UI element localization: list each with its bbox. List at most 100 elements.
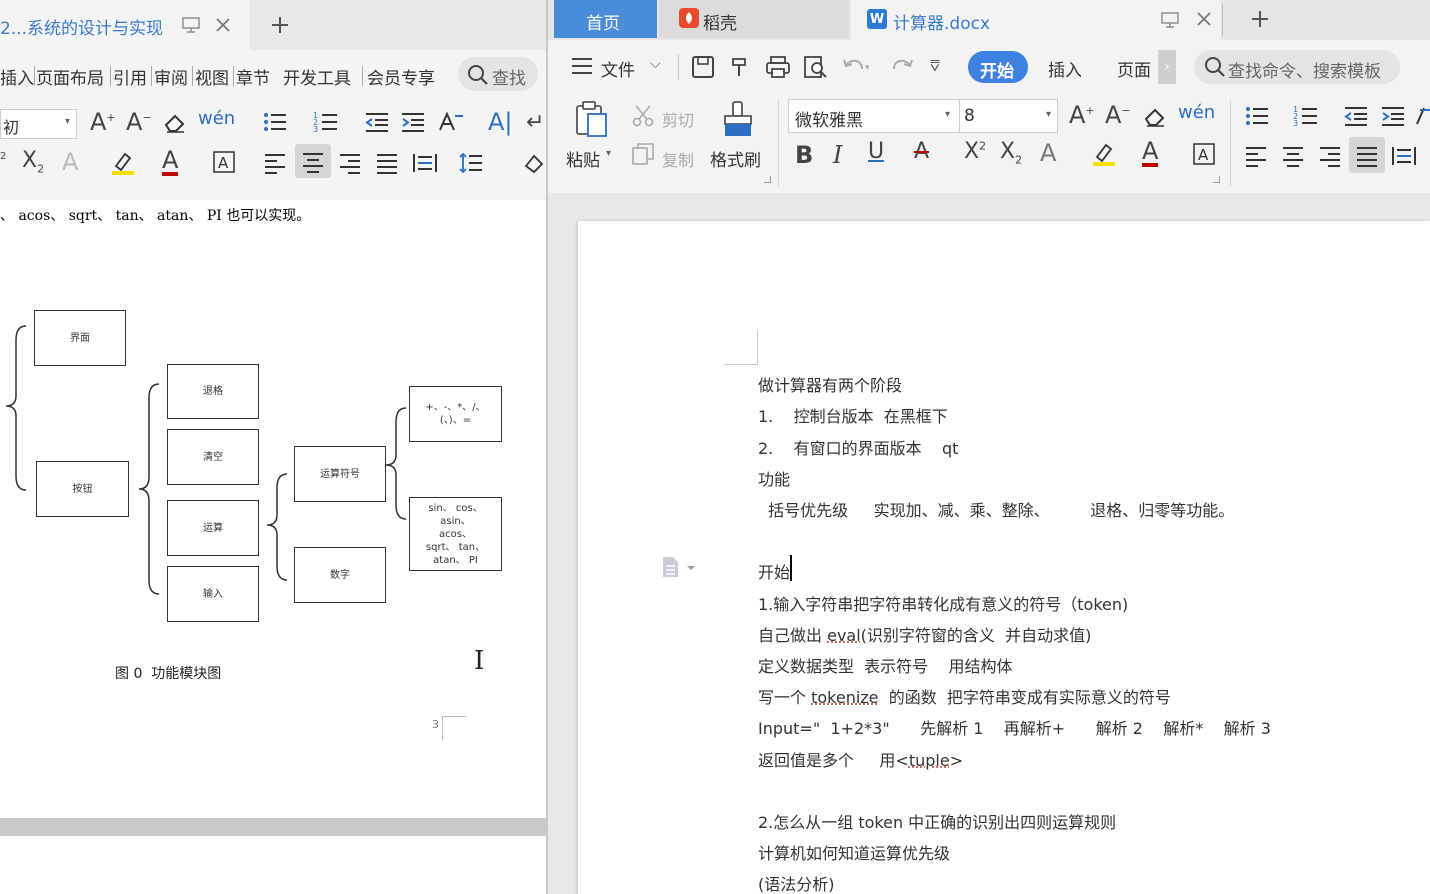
highlight-icon[interactable]	[1091, 141, 1117, 172]
cut-label: 剪切	[662, 107, 694, 131]
align-left-icon[interactable]	[263, 152, 287, 179]
format-painter-small-icon[interactable]	[728, 55, 752, 79]
text-effect-icon[interactable]: A	[1040, 139, 1056, 167]
phonetic-guide-icon[interactable]: wén	[1178, 102, 1215, 123]
copy-button[interactable]: 复制	[628, 142, 700, 170]
highlight-icon[interactable]	[110, 150, 136, 181]
undo-icon[interactable]: ▾	[842, 56, 872, 78]
align-center-button-active[interactable]	[295, 144, 331, 178]
shading-icon[interactable]	[522, 152, 546, 179]
chevron-down-icon[interactable]: ⌵	[650, 56, 661, 72]
print-preview-icon[interactable]	[803, 55, 829, 79]
menu-developer[interactable]: 开发工具	[283, 64, 351, 89]
menu-member[interactable]: 会员专享	[367, 64, 435, 89]
pin-window-icon[interactable]	[1159, 10, 1181, 30]
ribbon-group-divider	[778, 100, 779, 186]
left-font-size-select[interactable]: 初 ▾	[0, 109, 77, 139]
text-direction-icon[interactable]	[437, 110, 465, 139]
group-expand-icon[interactable]	[764, 176, 771, 183]
font-name-select[interactable]: 微软雅黑 ▾	[788, 99, 960, 133]
ribbon-tab-page[interactable]: 页面	[1117, 56, 1151, 81]
arrow-icon[interactable]: ↵	[526, 110, 544, 135]
hamburger-menu-icon[interactable]	[570, 56, 594, 76]
group-expand-icon[interactable]	[1213, 176, 1220, 183]
tab-daoke[interactable]: 稻壳	[659, 0, 849, 38]
ribbon-tab-insert[interactable]: 插入	[1048, 56, 1082, 81]
shrink-font-icon[interactable]: A−	[1105, 101, 1131, 129]
menu-review[interactable]: 审阅	[154, 64, 188, 89]
shrink-font-icon[interactable]: A−	[126, 108, 152, 136]
format-painter-button[interactable]: 格式刷	[708, 100, 772, 170]
cut-button[interactable]: 剪切	[628, 104, 700, 132]
left-search-button[interactable]: 查找	[458, 57, 538, 91]
align-center-icon[interactable]	[1281, 145, 1305, 172]
menu-insert[interactable]: 插入	[0, 64, 34, 89]
distributed-align-icon[interactable]	[412, 152, 438, 179]
distributed-align-icon[interactable]	[1391, 145, 1417, 172]
text-style-icon[interactable]: A|	[488, 108, 513, 136]
menu-reference[interactable]: 引用	[113, 64, 147, 89]
phonetic-guide-icon[interactable]: wén	[198, 108, 235, 129]
left-doc-tab[interactable]: 2...系统的设计与实现	[0, 0, 250, 50]
diagram-node-input: 输入	[167, 566, 259, 622]
justify-button-active[interactable]	[1349, 137, 1385, 173]
decrease-indent-icon[interactable]	[364, 110, 390, 139]
menu-page-layout[interactable]: 页面布局	[36, 64, 104, 89]
font-color-icon[interactable]: A	[162, 146, 178, 176]
close-tab-icon[interactable]	[1193, 8, 1215, 30]
quick-access-more-icon[interactable]: ⩢	[930, 56, 940, 76]
numbered-list-icon[interactable]: 123	[313, 110, 339, 139]
doc-line-1: 做计算器有两个阶段	[758, 372, 902, 396]
bullet-list-icon[interactable]	[262, 110, 288, 139]
close-tab-icon[interactable]	[212, 14, 234, 36]
menu-view[interactable]: 视图	[195, 64, 229, 89]
line-spacing-icon[interactable]	[458, 152, 484, 179]
right-document-page[interactable]: 做计算器有两个阶段 1. 控制台版本 在黑框下 2. 有窗口的界面版本 qt 功…	[578, 221, 1430, 894]
eraser-icon[interactable]	[163, 110, 187, 139]
char-border-icon[interactable]: A	[1192, 142, 1216, 171]
underline-icon[interactable]: U	[868, 139, 884, 164]
save-icon[interactable]	[691, 55, 715, 79]
svg-text:3: 3	[313, 125, 318, 134]
menu-chapter[interactable]: 章节	[236, 64, 270, 89]
pin-window-icon[interactable]	[180, 15, 202, 35]
tab-calculator-docx[interactable]: W 计算器.docx	[851, 0, 1221, 40]
numbered-list-icon[interactable]: 123	[1293, 104, 1319, 133]
decrease-indent-icon[interactable]	[1343, 104, 1369, 133]
superscript-icon[interactable]: X2	[964, 139, 986, 164]
align-right-icon[interactable]	[338, 152, 362, 179]
ribbon-scroll-right-icon[interactable]: ›	[1158, 50, 1176, 84]
font-size-select[interactable]: 8 ▾	[959, 99, 1058, 133]
bullet-list-icon[interactable]	[1244, 104, 1270, 133]
redo-icon[interactable]	[890, 56, 914, 78]
strikethrough-icon[interactable]: A	[914, 139, 929, 164]
grow-font-icon[interactable]: A+	[1069, 101, 1095, 129]
superscript-partial-icon[interactable]: 2	[0, 150, 6, 171]
justify-icon[interactable]	[375, 152, 399, 179]
align-left-icon[interactable]	[1244, 145, 1268, 172]
subscript-icon[interactable]: X2	[22, 148, 44, 175]
eraser-icon[interactable]	[1143, 104, 1167, 133]
increase-indent-icon[interactable]	[1380, 104, 1406, 133]
diagram-node-basic-ops: +、-、*、/、 (、)、=	[409, 386, 502, 442]
text-direction-icon[interactable]	[1414, 104, 1430, 133]
menu-file[interactable]: 文件	[601, 56, 635, 81]
diagram-fn-line1: sin、 cos、	[428, 502, 482, 515]
paste-button[interactable]: 粘贴 ▾	[564, 100, 614, 170]
grow-font-icon[interactable]: A+	[90, 108, 116, 136]
print-icon[interactable]	[765, 55, 791, 79]
font-color-icon[interactable]: A	[1142, 137, 1158, 167]
align-right-icon[interactable]	[1318, 145, 1342, 172]
new-tab-plus-icon[interactable]	[1248, 6, 1272, 32]
tab-home[interactable]: 首页	[554, 0, 657, 38]
new-tab-plus-icon[interactable]	[268, 12, 292, 38]
italic-icon[interactable]: I	[833, 141, 842, 169]
paragraph-menu-icon[interactable]	[660, 555, 700, 583]
ribbon-tab-start[interactable]: 开始	[968, 51, 1028, 83]
increase-indent-icon[interactable]	[400, 110, 426, 139]
subscript-icon[interactable]: X2	[1000, 139, 1022, 166]
search-command-box[interactable]: 查找命令、搜索模板	[1194, 50, 1400, 84]
char-border-icon[interactable]: A	[212, 150, 236, 179]
bold-icon[interactable]: B	[795, 141, 813, 169]
text-effect-icon[interactable]: A	[62, 148, 78, 176]
